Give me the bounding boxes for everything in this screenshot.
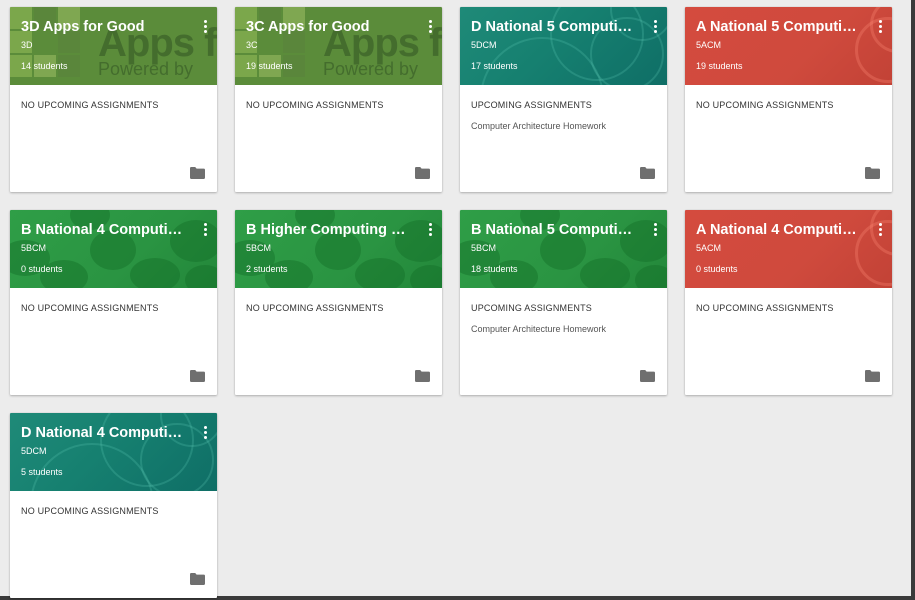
class-title-link[interactable]: D National 5 Computing Science — [471, 19, 637, 35]
more-vert-icon[interactable] — [422, 220, 438, 238]
class-card-header[interactable]: B National 4 Computing Science 5BCM 0 stud… — [10, 210, 217, 288]
more-vert-icon[interactable] — [197, 220, 213, 238]
folder-icon[interactable] — [415, 166, 430, 179]
powered-by-watermark: Powered by — [98, 59, 194, 79]
class-section: 5BCM — [21, 243, 47, 253]
more-vert-icon[interactable] — [647, 220, 663, 238]
student-count: 18 students — [471, 264, 518, 274]
student-count: 5 students — [21, 467, 63, 477]
class-section: 5BCM — [471, 243, 497, 253]
class-card[interactable]: A National 5 Computing Science 5ACM 19 stu… — [685, 7, 892, 192]
class-card[interactable]: D National 4 Computing Science 5DCM 5 stud… — [10, 413, 217, 598]
upcoming-assignments-label: UPCOMING ASSIGNMENTS — [471, 303, 593, 313]
class-section: 5DCM — [471, 40, 497, 50]
class-card-header[interactable]: B National 5 Computing Science 5BCM 18 stu… — [460, 210, 667, 288]
class-title-link[interactable]: 3D Apps for Good — [21, 19, 187, 35]
class-section: 5BCM — [246, 243, 272, 253]
class-card-header[interactable]: B Higher Computing Science 5BCM 2 students — [235, 210, 442, 288]
class-card[interactable]: Apps foPowered by3C Apps for Good3C19 st… — [235, 7, 442, 192]
class-card[interactable]: B National 4 Computing Science 5BCM 0 stud… — [10, 210, 217, 395]
upcoming-assignments-label: NO UPCOMING ASSIGNMENTS — [21, 100, 159, 110]
upcoming-assignments-label: NO UPCOMING ASSIGNMENTS — [246, 303, 384, 313]
class-card-header[interactable]: D National 4 Computing Science 5DCM 5 stud… — [10, 413, 217, 491]
class-card[interactable]: B Higher Computing Science 5BCM 2 students… — [235, 210, 442, 395]
upcoming-assignments-label: NO UPCOMING ASSIGNMENTS — [696, 303, 834, 313]
upcoming-assignments-label: NO UPCOMING ASSIGNMENTS — [246, 100, 384, 110]
class-card-header[interactable]: A National 5 Computing Science 5ACM 19 stu… — [685, 7, 892, 85]
powered-by-watermark: Powered by — [323, 59, 419, 79]
class-card-header[interactable]: D National 5 Computing Science 5DCM 17 stu… — [460, 7, 667, 85]
more-vert-icon[interactable] — [872, 17, 888, 35]
window-frame-right — [911, 0, 915, 600]
folder-icon[interactable] — [640, 166, 655, 179]
class-title-link[interactable]: D National 4 Computing Science — [21, 425, 187, 441]
folder-icon[interactable] — [415, 369, 430, 382]
class-card[interactable]: D National 5 Computing Science 5DCM 17 stu… — [460, 7, 667, 192]
upcoming-assignments-label: UPCOMING ASSIGNMENTS — [471, 100, 593, 110]
student-count: 0 students — [696, 264, 738, 274]
student-count: 0 students — [21, 264, 63, 274]
class-title-link[interactable]: A National 4 Computing Science — [696, 222, 862, 238]
folder-icon[interactable] — [640, 369, 655, 382]
folder-icon[interactable] — [190, 166, 205, 179]
class-card-header[interactable]: Apps foPowered by3D Apps for Good3D14 st… — [10, 7, 217, 85]
student-count: 19 students — [696, 61, 743, 71]
class-card[interactable]: Apps foPowered by3D Apps for Good3D14 st… — [10, 7, 217, 192]
more-vert-icon[interactable] — [197, 423, 213, 441]
class-section: 3C — [246, 40, 258, 50]
folder-icon[interactable] — [865, 166, 880, 179]
class-card[interactable]: A National 4 Computing Science 5ACM 0 stud… — [685, 210, 892, 395]
upcoming-assignments-label: NO UPCOMING ASSIGNMENTS — [21, 303, 159, 313]
class-section: 5DCM — [21, 446, 47, 456]
class-title-link[interactable]: A National 5 Computing Science — [696, 19, 862, 35]
more-vert-icon[interactable] — [197, 17, 213, 35]
class-card[interactable]: B National 5 Computing Science 5BCM 18 stu… — [460, 210, 667, 395]
folder-icon[interactable] — [190, 369, 205, 382]
class-title-link[interactable]: B National 5 Computing Science — [471, 222, 637, 238]
class-card-header[interactable]: Apps foPowered by3C Apps for Good3C19 st… — [235, 7, 442, 85]
assignment-link[interactable]: Computer Architecture Homework — [471, 121, 606, 131]
student-count: 2 students — [246, 264, 288, 274]
folder-icon[interactable] — [190, 572, 205, 585]
class-section: 3D — [21, 40, 33, 50]
class-section: 5ACM — [696, 243, 722, 253]
class-title-link[interactable]: 3C Apps for Good — [246, 19, 412, 35]
folder-icon[interactable] — [865, 369, 880, 382]
class-title-link[interactable]: B National 4 Computing Science — [21, 222, 187, 238]
student-count: 19 students — [246, 61, 293, 71]
class-card-header[interactable]: A National 4 Computing Science 5ACM 0 stud… — [685, 210, 892, 288]
upcoming-assignments-label: NO UPCOMING ASSIGNMENTS — [696, 100, 834, 110]
more-vert-icon[interactable] — [422, 17, 438, 35]
upcoming-assignments-label: NO UPCOMING ASSIGNMENTS — [21, 506, 159, 516]
class-section: 5ACM — [696, 40, 722, 50]
more-vert-icon[interactable] — [647, 17, 663, 35]
class-title-link[interactable]: B Higher Computing Science — [246, 222, 412, 238]
more-vert-icon[interactable] — [872, 220, 888, 238]
assignment-link[interactable]: Computer Architecture Homework — [471, 324, 606, 334]
student-count: 14 students — [21, 61, 68, 71]
student-count: 17 students — [471, 61, 518, 71]
